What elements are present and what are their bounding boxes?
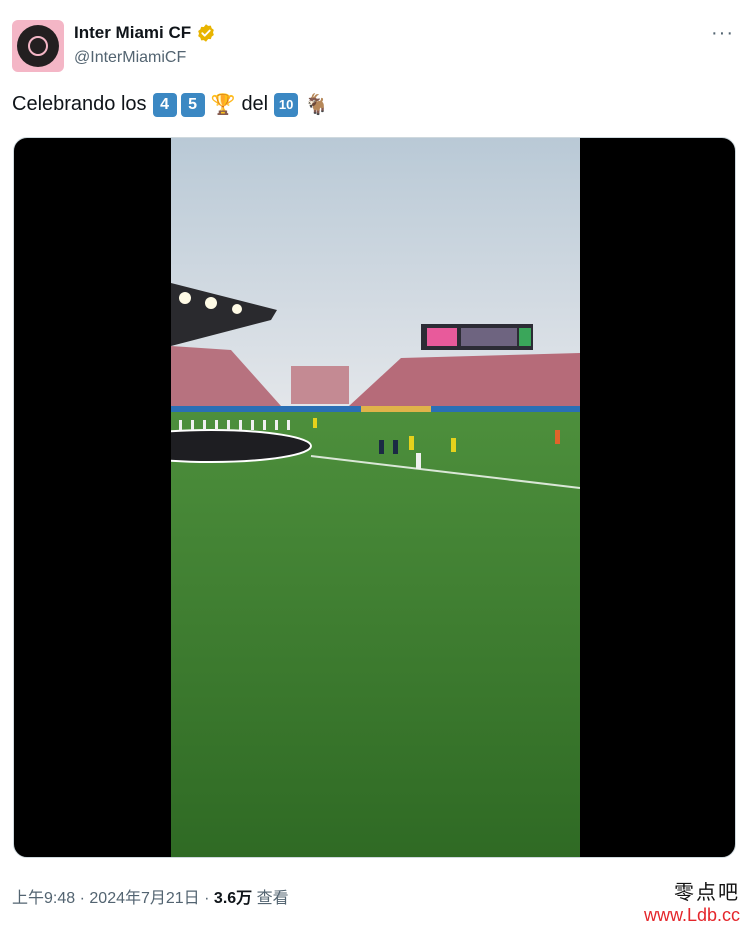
keycap-4-icon: 4 [152, 92, 177, 117]
views-count: 3.6万 [213, 890, 253, 907]
trophy-icon: 🏆 [210, 94, 236, 116]
avatar[interactable] [12, 20, 64, 72]
watermark: 零点吧 www.Ldb.cc [644, 876, 740, 926]
views-label: 查看 [256, 890, 289, 907]
tweet-video[interactable] [13, 137, 736, 858]
keycap-10-icon: 10 [274, 92, 299, 117]
tweet-text: Celebrando los 4 5 🏆 del 10 🐐 [12, 92, 329, 117]
tweet-text-prefix: Celebrando los [12, 93, 147, 115]
keycap-5-icon: 5 [180, 92, 205, 117]
watermark-url: www.Ldb.cc [643, 905, 740, 925]
stadium-scene [171, 138, 580, 857]
handle[interactable]: @InterMiamiCF [74, 49, 186, 67]
more-options-icon[interactable]: ··· [711, 22, 734, 45]
tweet-text-mid: del [241, 93, 269, 115]
display-name[interactable]: Inter Miami CF [74, 23, 191, 43]
crest-heron-icon [28, 36, 48, 56]
name-row: Inter Miami CF [74, 23, 216, 43]
meta-separator: · [204, 890, 210, 907]
tweet-time[interactable]: 上午9:48 [12, 890, 75, 907]
tweet-header: Inter Miami CF @InterMiamiCF ··· [12, 20, 738, 74]
verified-badge-icon [198, 24, 214, 42]
stadium-video-frame [171, 138, 580, 857]
tweet-date[interactable]: 2024年7月21日 [89, 890, 199, 907]
meta-separator: · [79, 890, 85, 907]
tweet-meta: 上午9:48 · 2024年7月21日 · 3.6万 查看 [12, 884, 289, 908]
goat-icon: 🐐 [304, 94, 330, 116]
watermark-site-name: 零点吧 [674, 880, 740, 904]
